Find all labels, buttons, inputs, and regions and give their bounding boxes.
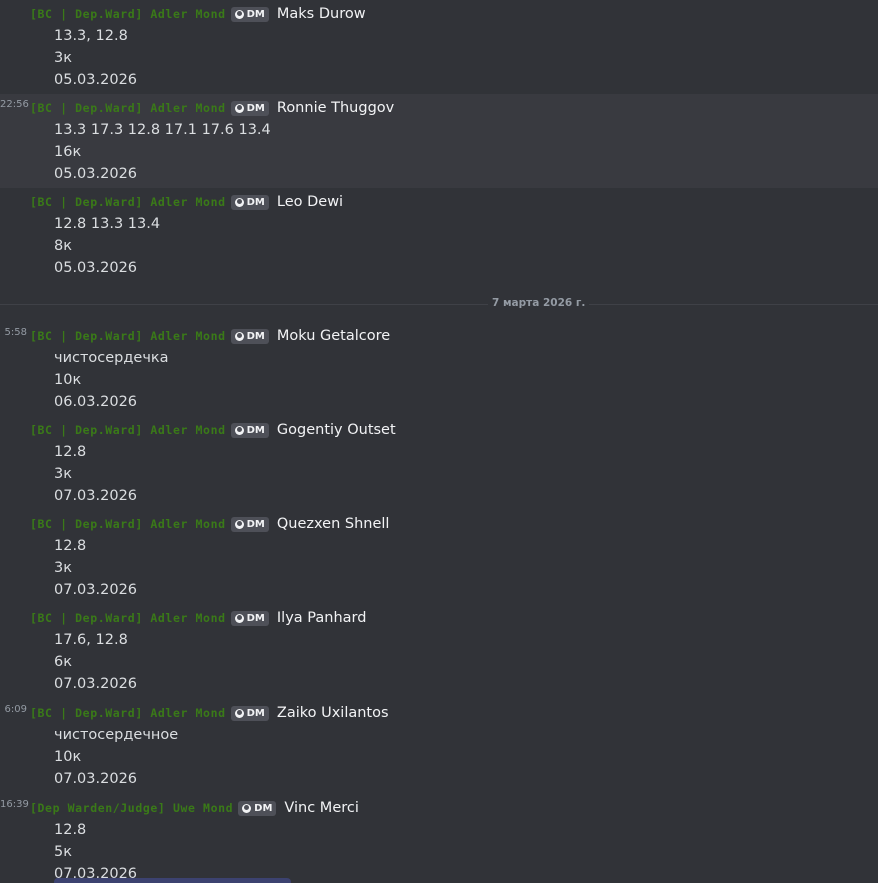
- badge-label: DM: [246, 612, 265, 624]
- message-header: [Dep Warden/Judge] Uwe Mond DM Vinc Merc…: [30, 797, 878, 819]
- chat-message: [BC | Dep.Ward] Adler Mond DM Maks Durow…: [0, 0, 878, 94]
- profile-icon: [234, 103, 244, 113]
- dm-badge[interactable]: DM: [230, 194, 269, 210]
- message-timestamp: 16:39: [0, 799, 29, 810]
- message-line: 12.8: [54, 822, 87, 838]
- message-line: 07.03.2026: [54, 771, 138, 787]
- badge-label: DM: [246, 196, 265, 208]
- dm-badge[interactable]: DM: [230, 422, 269, 438]
- message-line: 3к: [54, 560, 72, 576]
- role-tag[interactable]: [Dep Warden/Judge] Uwe Mond: [30, 801, 233, 815]
- message-line: 06.03.2026: [54, 394, 138, 410]
- badge-label: DM: [246, 102, 265, 114]
- badge-label: DM: [246, 8, 265, 20]
- username[interactable]: Gogentiy Outset: [277, 422, 396, 438]
- badge-label: DM: [246, 424, 265, 436]
- message-line: 5к: [54, 844, 72, 860]
- chat-message: 22:56 [BC | Dep.Ward] Adler Mond DM Ronn…: [0, 94, 878, 188]
- message-header: [BC | Dep.Ward] Adler Mond DM Zaiko Uxil…: [30, 702, 878, 724]
- message-header: [BC | Dep.Ward] Adler Mond DM Quezxen Sh…: [30, 513, 878, 535]
- badge-label: DM: [246, 707, 265, 719]
- message-line: 05.03.2026: [54, 260, 138, 276]
- message-line: 10к: [54, 372, 82, 388]
- chat-message: [BC | Dep.Ward] Adler Mond DM Gogentiy O…: [0, 416, 878, 510]
- badge-label: DM: [246, 518, 265, 530]
- profile-icon: [242, 803, 252, 813]
- chat-message: 6:09 [BC | Dep.Ward] Adler Mond DM Zaiko…: [0, 699, 878, 794]
- message-timestamp: 5:58: [4, 327, 27, 338]
- chat-message: 5:58 [BC | Dep.Ward] Adler Mond DM Moku …: [0, 322, 878, 416]
- message-line: 3к: [54, 466, 72, 482]
- role-tag[interactable]: [BC | Dep.Ward] Adler Mond: [30, 423, 226, 437]
- username[interactable]: Moku Getalcore: [277, 328, 390, 344]
- chat-message: [BC | Dep.Ward] Adler Mond DM Leo Dewi 1…: [0, 188, 878, 282]
- message-header: [BC | Dep.Ward] Adler Mond DM Moku Getal…: [30, 325, 878, 347]
- message-line: 16к: [54, 144, 82, 160]
- username[interactable]: Quezxen Shnell: [277, 516, 390, 532]
- role-tag[interactable]: [BC | Dep.Ward] Adler Mond: [30, 706, 226, 720]
- dm-badge[interactable]: DM: [230, 610, 269, 626]
- username[interactable]: Leo Dewi: [277, 194, 343, 210]
- chat-message: 16:39 [Dep Warden/Judge] Uwe Mond DM Vin…: [0, 794, 878, 883]
- chat-message-list: [BC | Dep.Ward] Adler Mond DM Maks Durow…: [0, 0, 878, 883]
- role-tag[interactable]: [BC | Dep.Ward] Adler Mond: [30, 611, 226, 625]
- message-timestamp: 6:09: [4, 704, 27, 715]
- dm-badge[interactable]: DM: [230, 100, 269, 116]
- message-line: 07.03.2026: [54, 488, 138, 504]
- message-header: [BC | Dep.Ward] Adler Mond DM Maks Durow: [30, 3, 878, 25]
- message-line: 6к: [54, 654, 72, 670]
- dm-badge[interactable]: DM: [230, 705, 269, 721]
- message-line: 07.03.2026: [54, 582, 138, 598]
- message-line: чистосердечное: [54, 727, 179, 743]
- message-header: [BC | Dep.Ward] Adler Mond DM Gogentiy O…: [30, 419, 878, 441]
- date-divider: 7 марта 2026 г.: [0, 288, 878, 322]
- message-line: 05.03.2026: [54, 166, 138, 182]
- role-tag[interactable]: [BC | Dep.Ward] Adler Mond: [30, 195, 226, 209]
- username[interactable]: Maks Durow: [277, 6, 366, 22]
- message-line: чистосердечка: [54, 350, 169, 366]
- message-line: 8к: [54, 238, 72, 254]
- username[interactable]: Vinc Merci: [284, 800, 358, 816]
- dm-badge[interactable]: DM: [230, 328, 269, 344]
- message-line: 05.03.2026: [54, 72, 138, 88]
- dm-badge[interactable]: DM: [230, 516, 269, 532]
- chat-message: [BC | Dep.Ward] Adler Mond DM Ilya Panha…: [0, 604, 878, 699]
- message-header: [BC | Dep.Ward] Adler Mond DM Ronnie Thu…: [30, 97, 878, 119]
- username[interactable]: Ronnie Thuggov: [277, 100, 394, 116]
- message-line: 13.3, 12.8: [54, 28, 128, 44]
- dm-badge[interactable]: DM: [230, 6, 269, 22]
- badge-label: DM: [254, 802, 273, 814]
- role-tag[interactable]: [BC | Dep.Ward] Adler Mond: [30, 7, 226, 21]
- username[interactable]: Zaiko Uxilantos: [277, 705, 389, 721]
- profile-icon: [234, 425, 244, 435]
- dm-badge[interactable]: DM: [238, 800, 277, 816]
- message-line: 12.8: [54, 538, 87, 554]
- chat-message: [BC | Dep.Ward] Adler Mond DM Quezxen Sh…: [0, 510, 878, 604]
- message-line: 07.03.2026: [54, 676, 138, 692]
- message-line: 10к: [54, 749, 82, 765]
- message-line: 3к: [54, 50, 72, 66]
- embed-preview-bar: [54, 878, 291, 883]
- profile-icon: [234, 519, 244, 529]
- message-header: [BC | Dep.Ward] Adler Mond DM Leo Dewi: [30, 191, 878, 213]
- role-tag[interactable]: [BC | Dep.Ward] Adler Mond: [30, 329, 226, 343]
- message-timestamp: 22:56: [0, 99, 29, 110]
- username[interactable]: Ilya Panhard: [277, 610, 367, 626]
- message-line: 12.8: [54, 444, 87, 460]
- role-tag[interactable]: [BC | Dep.Ward] Adler Mond: [30, 517, 226, 531]
- message-line: 17.6, 12.8: [54, 632, 128, 648]
- divider-line: [0, 304, 878, 305]
- date-divider-label: 7 марта 2026 г.: [488, 297, 590, 309]
- message-header: [BC | Dep.Ward] Adler Mond DM Ilya Panha…: [30, 607, 878, 629]
- message-line: 13.3 17.3 12.8 17.1 17.6 13.4: [54, 122, 271, 138]
- message-line: 12.8 13.3 13.4: [54, 216, 161, 232]
- profile-icon: [234, 708, 244, 718]
- badge-label: DM: [246, 330, 265, 342]
- profile-icon: [234, 331, 244, 341]
- profile-icon: [234, 613, 244, 623]
- role-tag[interactable]: [BC | Dep.Ward] Adler Mond: [30, 101, 226, 115]
- profile-icon: [234, 9, 244, 19]
- profile-icon: [234, 197, 244, 207]
